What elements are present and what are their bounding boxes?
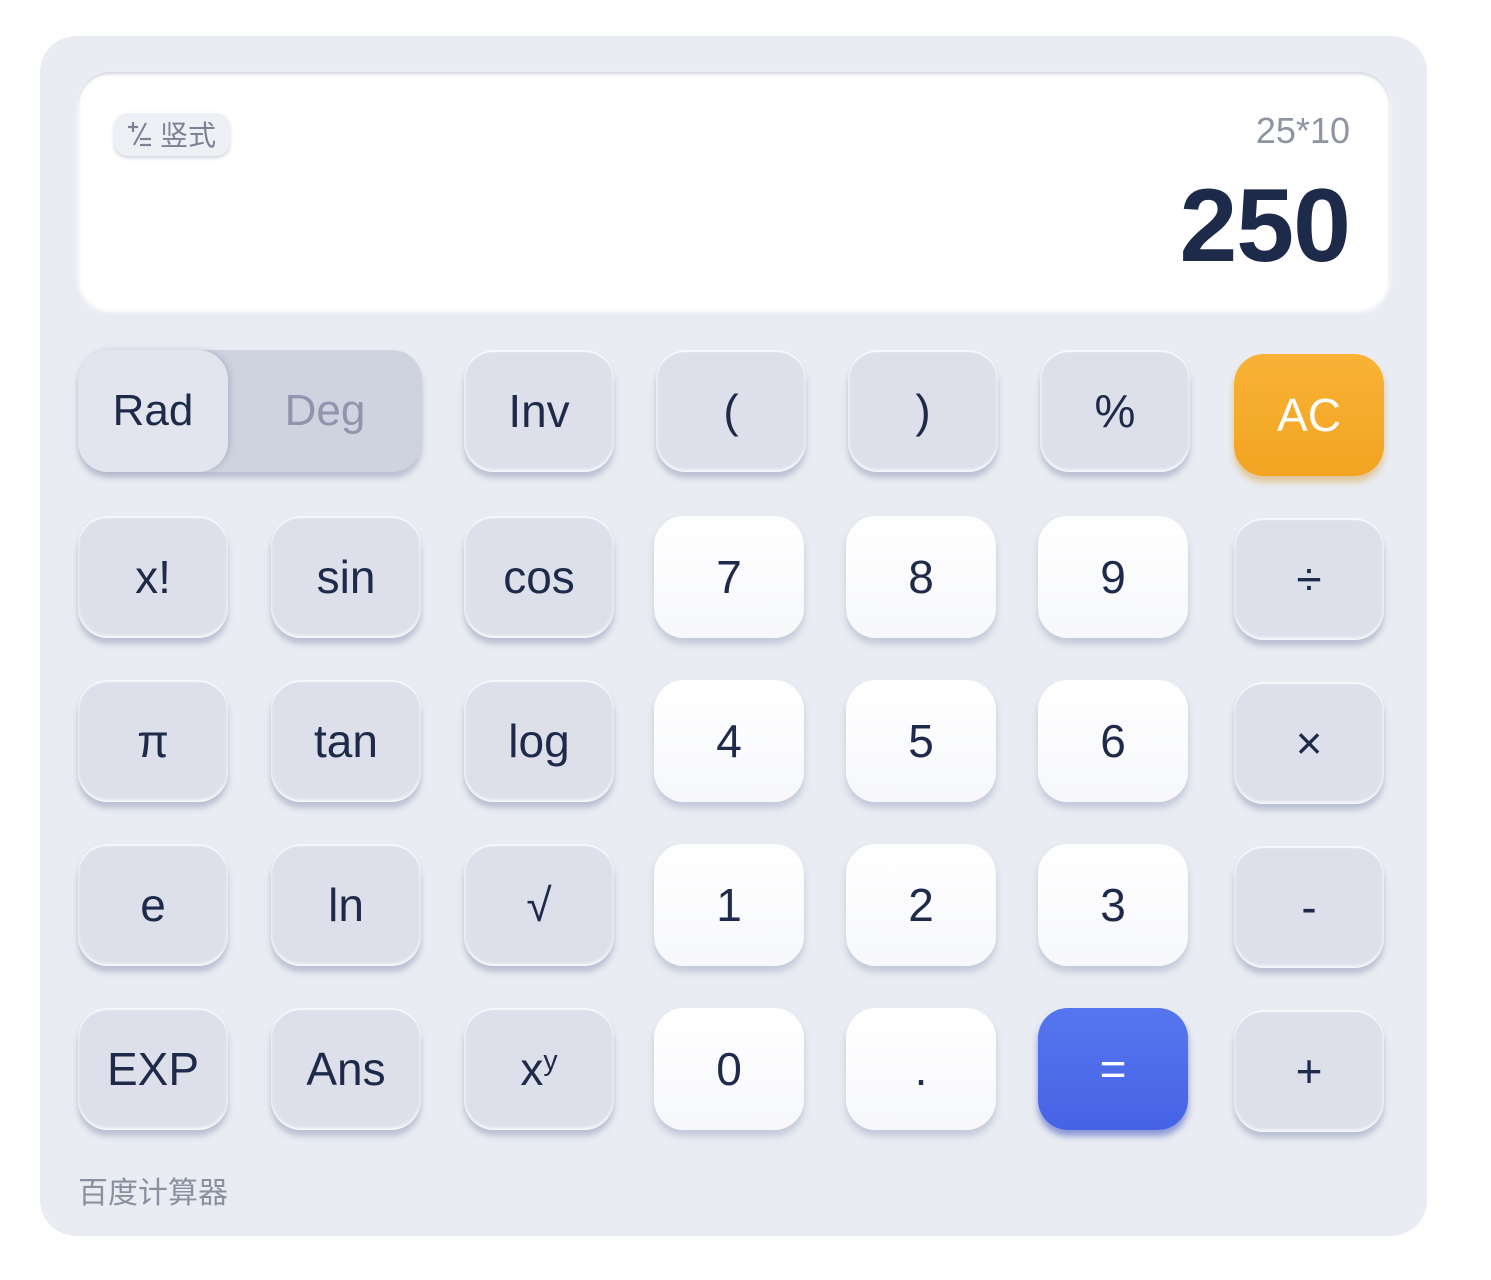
power-exponent-label: y — [543, 1045, 558, 1078]
inv-button[interactable]: Inv — [464, 350, 614, 472]
minus-button[interactable]: - — [1234, 846, 1384, 968]
exp-button[interactable]: EXP — [78, 1008, 228, 1130]
digit-2-button[interactable]: 2 — [846, 844, 996, 966]
all-clear-button[interactable]: AC — [1234, 354, 1384, 476]
angle-mode-switch: Rad Deg — [78, 350, 422, 472]
vertical-mode-toggle[interactable]: 竖式 — [114, 112, 231, 156]
digit-9-button[interactable]: 9 — [1038, 516, 1188, 638]
sin-button[interactable]: sin — [271, 516, 421, 638]
tan-button[interactable]: tan — [271, 680, 421, 802]
vertical-mode-label: 竖式 — [160, 119, 217, 152]
digit-1-button[interactable]: 1 — [654, 844, 804, 966]
power-base-label: x — [520, 1043, 544, 1095]
digit-3-button[interactable]: 3 — [1038, 844, 1188, 966]
expression-text: 25*10 — [1255, 110, 1350, 151]
equals-button[interactable]: = — [1038, 1008, 1188, 1130]
sqrt-button[interactable]: √ — [464, 844, 614, 966]
factorial-button[interactable]: x! — [78, 516, 228, 638]
euler-e-button[interactable]: e — [78, 844, 228, 966]
result-text: 250 — [1179, 168, 1351, 284]
ans-button[interactable]: Ans — [271, 1008, 421, 1130]
rad-button[interactable]: Rad — [78, 350, 228, 472]
brand-label: 百度计算器 — [78, 1176, 228, 1211]
cos-button[interactable]: cos — [464, 516, 614, 638]
plus-button[interactable]: + — [1234, 1010, 1384, 1132]
digit-4-button[interactable]: 4 — [654, 680, 804, 802]
digit-7-button[interactable]: 7 — [654, 516, 804, 638]
decimal-point-button[interactable]: . — [846, 1008, 996, 1130]
display-screen: 竖式 25*10 250 — [78, 72, 1390, 310]
percent-button[interactable]: % — [1040, 350, 1190, 472]
digit-5-button[interactable]: 5 — [846, 680, 996, 802]
right-paren-button[interactable]: ) — [848, 350, 998, 472]
pi-button[interactable]: π — [78, 680, 228, 802]
plus-minus-icon — [124, 119, 154, 149]
multiply-button[interactable]: × — [1234, 682, 1384, 804]
log-button[interactable]: log — [464, 680, 614, 802]
divide-button[interactable]: ÷ — [1234, 518, 1384, 640]
ln-button[interactable]: ln — [271, 844, 421, 966]
calculator-panel: 竖式 25*10 250 Rad Deg Inv ( ) % AC x! sin… — [40, 36, 1427, 1236]
digit-0-button[interactable]: 0 — [654, 1008, 804, 1130]
digit-6-button[interactable]: 6 — [1038, 680, 1188, 802]
power-button[interactable]: xy — [464, 1008, 614, 1130]
left-paren-button[interactable]: ( — [656, 350, 806, 472]
digit-8-button[interactable]: 8 — [846, 516, 996, 638]
deg-button[interactable]: Deg — [228, 350, 422, 472]
